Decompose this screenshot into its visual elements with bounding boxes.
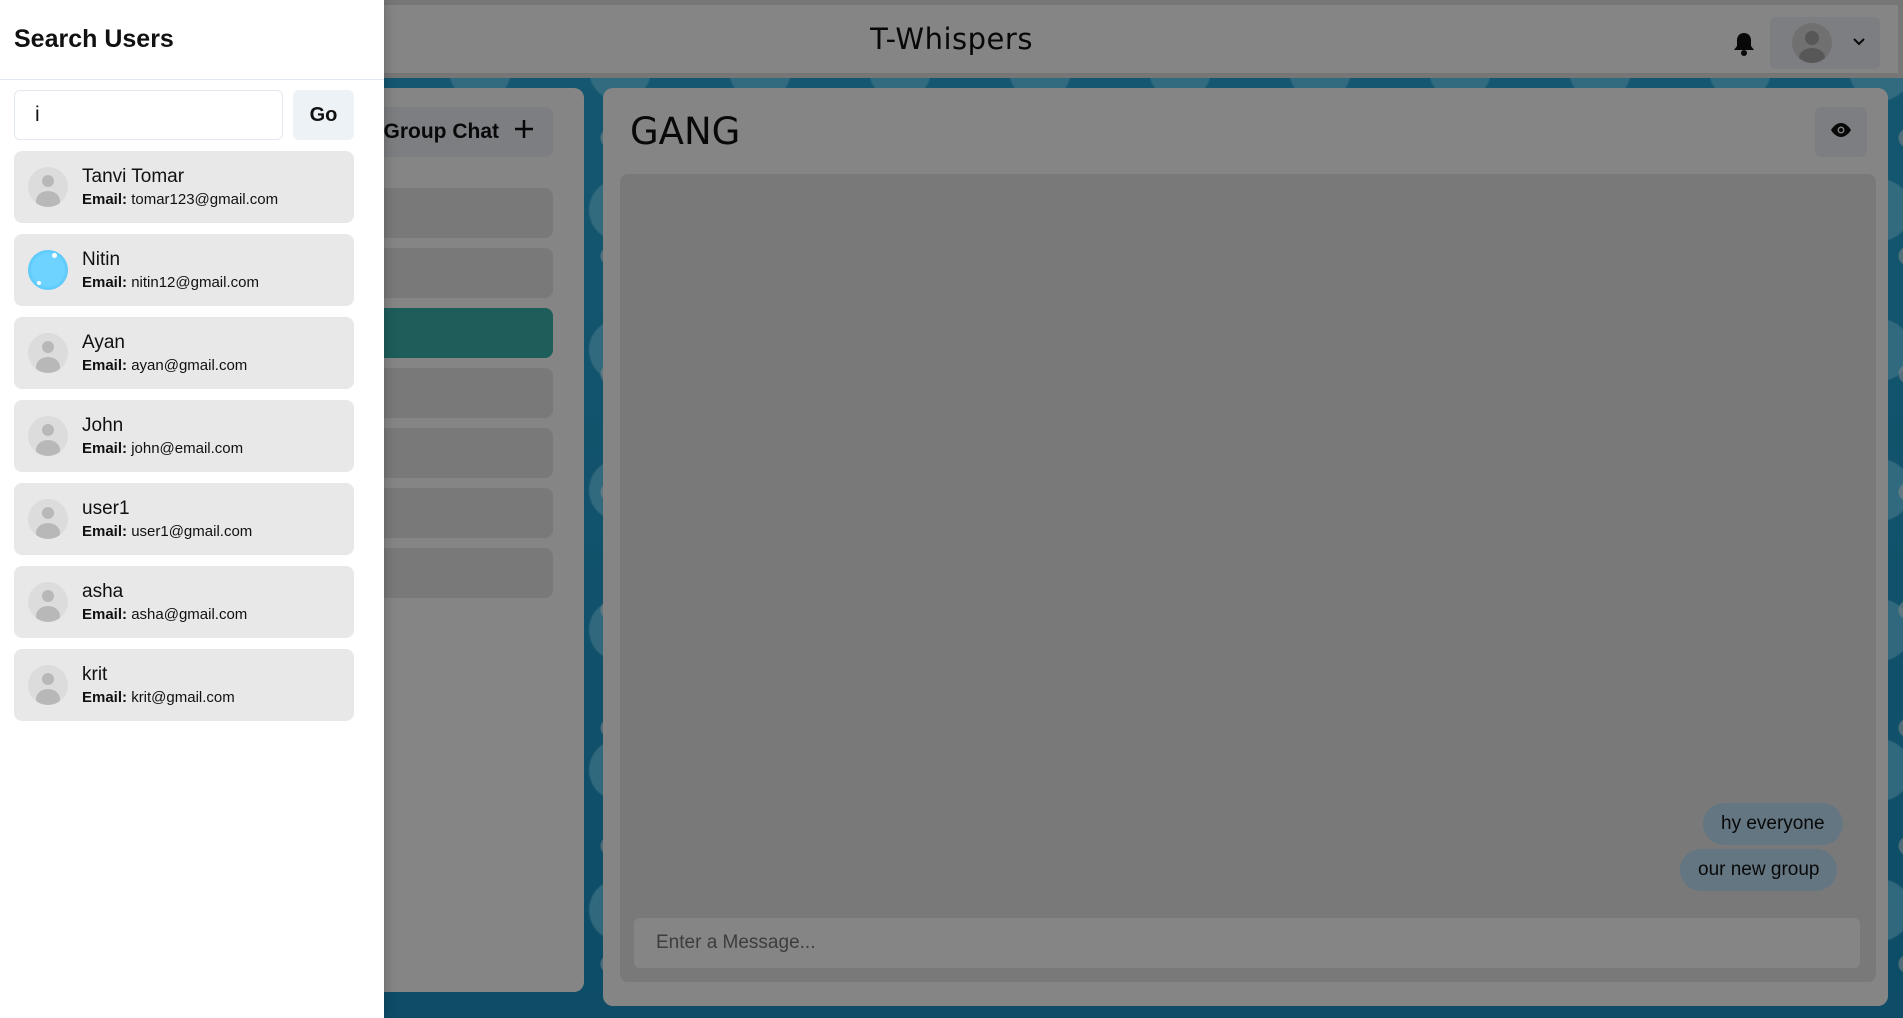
avatar	[28, 250, 68, 290]
user-email: Email: asha@gmail.com	[82, 606, 248, 623]
user-list-item[interactable]: user1 Email: user1@gmail.com	[14, 483, 354, 555]
user-list-item[interactable]: Tanvi Tomar Email: tomar123@gmail.com	[14, 151, 354, 223]
user-name: John	[82, 415, 124, 436]
user-list-item[interactable]: Ayan Email: ayan@gmail.com	[14, 317, 354, 389]
avatar	[28, 499, 68, 539]
search-input[interactable]	[14, 90, 283, 140]
user-email: Email: john@email.com	[82, 440, 244, 457]
user-list: Tanvi Tomar Email: tomar123@gmail.com Ni…	[14, 151, 354, 732]
avatar	[28, 333, 68, 373]
user-name: asha	[82, 581, 124, 602]
avatar	[28, 665, 68, 705]
user-name: Ayan	[82, 332, 125, 353]
user-email: Email: krit@gmail.com	[82, 689, 235, 706]
user-list-item[interactable]: asha Email: asha@gmail.com	[14, 566, 354, 638]
go-button[interactable]: Go	[293, 90, 354, 140]
user-email: Email: user1@gmail.com	[82, 523, 253, 540]
drawer-title: Search Users	[0, 0, 384, 80]
user-list-item[interactable]: krit Email: krit@gmail.com	[14, 649, 354, 721]
user-name: Nitin	[82, 249, 121, 270]
user-list-item[interactable]: John Email: john@email.com	[14, 400, 354, 472]
avatar	[28, 167, 68, 207]
avatar	[28, 582, 68, 622]
user-name: krit	[82, 664, 108, 685]
user-name: user1	[82, 498, 130, 519]
search-users-drawer: Search Users Go Tanvi Tomar Email: tomar…	[0, 0, 384, 1018]
avatar	[28, 416, 68, 456]
user-list-item[interactable]: Nitin Email: nitin12@gmail.com	[14, 234, 354, 306]
search-row: Go	[14, 90, 354, 140]
user-name: Tanvi Tomar	[82, 166, 185, 187]
user-email: Email: tomar123@gmail.com	[82, 191, 279, 208]
user-email: Email: nitin12@gmail.com	[82, 274, 259, 291]
user-email: Email: ayan@gmail.com	[82, 357, 248, 374]
